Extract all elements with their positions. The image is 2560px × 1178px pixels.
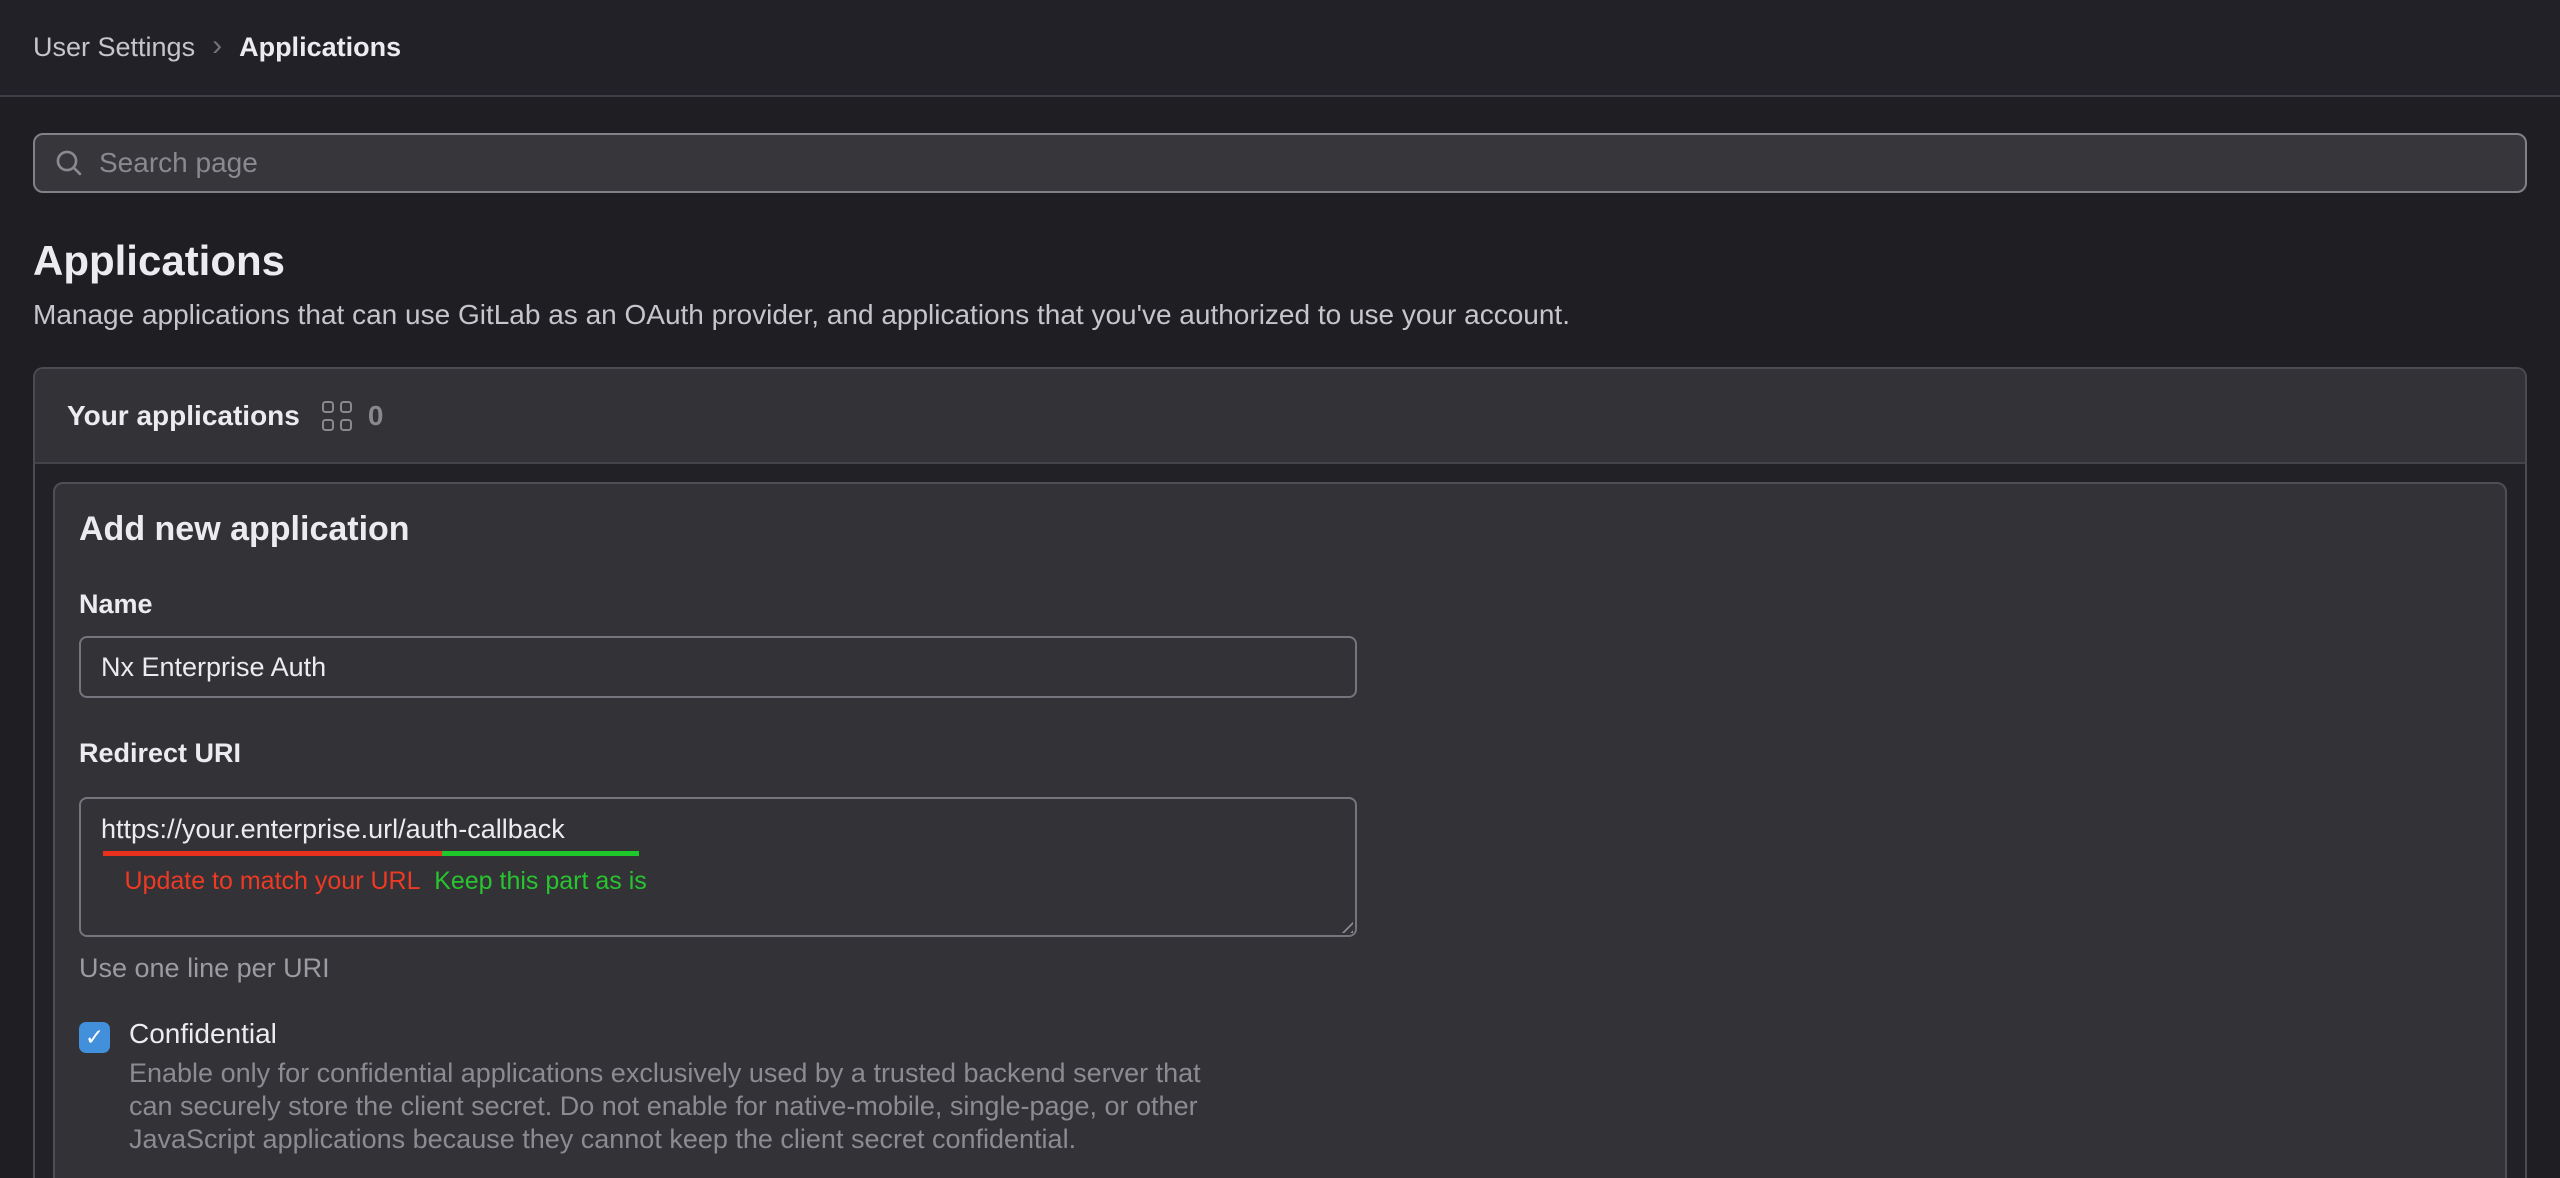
confidential-checkbox[interactable]: ✓ [79, 1022, 110, 1053]
confidential-label[interactable]: Confidential [129, 1018, 1201, 1050]
panel-title: Your applications [67, 400, 300, 432]
applications-grid-icon [322, 401, 352, 431]
redirect-uri-textarea[interactable]: https://your.enterprise.url/auth-callbac… [79, 797, 1357, 937]
red-underline [103, 851, 442, 856]
confidential-help-text: Enable only for confidential application… [129, 1057, 1201, 1156]
breadcrumb-user-settings[interactable]: User Settings [33, 32, 195, 63]
redirect-uri-value: https://your.enterprise.url/auth-callbac… [101, 812, 1335, 846]
page-description: Manage applications that can use GitLab … [33, 299, 2527, 331]
green-underline [442, 851, 639, 856]
breadcrumb-applications: Applications [239, 32, 401, 63]
add-application-card: Add new application Name Redirect URI ht… [53, 482, 2507, 1178]
help-line: Enable only for confidential application… [129, 1057, 1201, 1090]
checkmark-icon: ✓ [85, 1026, 104, 1049]
page-search [33, 133, 2527, 193]
name-label: Name [79, 589, 2481, 620]
top-bar: User Settings › Applications [0, 0, 2560, 97]
panel-body: Add new application Name Redirect URI ht… [35, 464, 2525, 1178]
resize-handle-icon[interactable] [1336, 916, 1353, 933]
red-annotation-text: Update to match your URL [103, 867, 442, 896]
help-line: JavaScript applications because they can… [129, 1123, 1201, 1156]
search-icon [53, 147, 85, 179]
help-line: can securely store the client secret. Do… [129, 1090, 1201, 1123]
page-title: Applications [33, 237, 2527, 285]
confidential-field: ✓ Confidential Enable only for confident… [79, 1018, 2481, 1156]
underline-annotations: Update to match your URL Keep this part … [103, 867, 1335, 896]
application-name-input[interactable] [79, 636, 1357, 698]
underline-markers [103, 851, 1335, 856]
chevron-right-icon: › [212, 31, 222, 61]
applications-count-badge: 0 [368, 400, 384, 432]
redirect-uri-label: Redirect URI [79, 738, 2481, 769]
card-title: Add new application [79, 510, 2481, 549]
search-input[interactable] [33, 133, 2527, 193]
redirect-uri-hint: Use one line per URI [79, 953, 2481, 984]
panel-header: Your applications 0 [35, 369, 2525, 464]
your-applications-panel: Your applications 0 Add new application … [33, 367, 2527, 1178]
green-annotation-text: Keep this part as is [442, 867, 639, 896]
breadcrumb: User Settings › Applications [33, 32, 401, 63]
main-content: Applications Manage applications that ca… [0, 133, 2560, 1178]
confidential-text-block: Confidential Enable only for confidentia… [129, 1018, 1201, 1156]
